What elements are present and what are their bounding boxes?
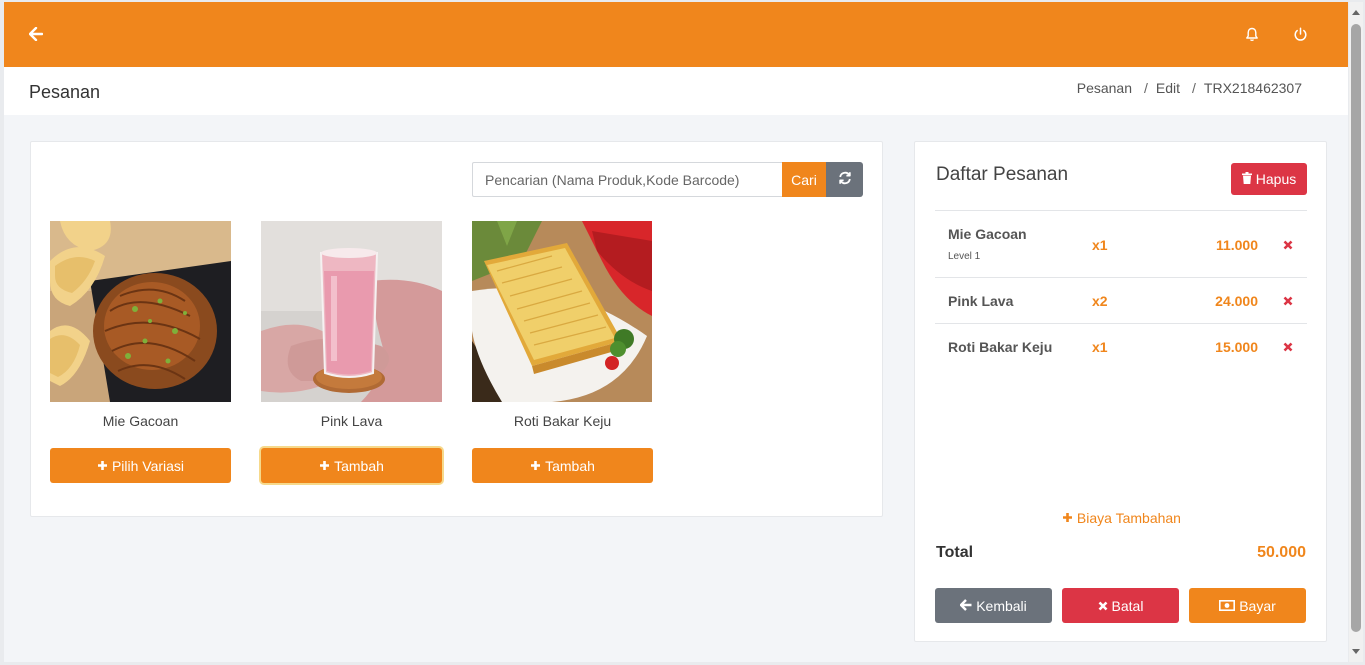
- scrollbar-thumb[interactable]: [1351, 24, 1361, 632]
- order-item: Pink Lava x2 24.000: [935, 278, 1307, 324]
- back-button[interactable]: Kembali: [935, 588, 1052, 623]
- order-item-qty[interactable]: x1: [1092, 339, 1108, 355]
- refresh-button[interactable]: [826, 162, 863, 197]
- button-label: Batal: [1111, 597, 1144, 614]
- button-label: Pilih Variasi: [111, 457, 185, 474]
- app-frame: Pesanan Pesanan / Edit / TRX218462307 Ca…: [4, 2, 1348, 662]
- choose-variant-button[interactable]: Pilih Variasi: [50, 448, 231, 483]
- plus-icon: [319, 458, 330, 474]
- order-item: Roti Bakar Keju x1 15.000: [935, 324, 1307, 370]
- total-value: 50.000: [1257, 544, 1306, 561]
- button-label: Bayar: [1239, 597, 1276, 614]
- button-label: Kembali: [976, 597, 1027, 614]
- breadcrumb-item-pesanan[interactable]: Pesanan: [1077, 80, 1132, 96]
- order-item-qty[interactable]: x1: [1092, 237, 1108, 253]
- money-icon: [1219, 598, 1236, 614]
- clear-order-button[interactable]: Hapus: [1231, 163, 1307, 195]
- order-item-qty[interactable]: x2: [1092, 293, 1108, 309]
- extra-fee-label: Biaya Tambahan: [1076, 510, 1181, 526]
- order-item: Mie Gacoan Level 1 x1 11.000: [935, 211, 1307, 278]
- trash-icon: [1241, 171, 1252, 187]
- search-bar: Cari: [472, 162, 863, 197]
- scroll-up-icon[interactable]: [1352, 10, 1360, 15]
- breadcrumb-item-transaction: TRX218462307: [1203, 80, 1302, 96]
- pay-button[interactable]: Bayar: [1189, 588, 1306, 623]
- order-panel: Daftar Pesanan Hapus Mie Gacoan Level 1 …: [914, 141, 1327, 642]
- order-title: Daftar Pesanan: [936, 164, 1069, 185]
- page-header: Pesanan Pesanan / Edit / TRX218462307: [4, 67, 1348, 115]
- order-item-name: Roti Bakar Keju: [948, 339, 1053, 355]
- plus-icon: [97, 458, 108, 474]
- order-item-price: 11.000: [1215, 237, 1258, 253]
- arrow-left-icon[interactable]: [26, 24, 46, 44]
- order-item-name: Pink Lava: [948, 293, 1014, 309]
- product-name: Mie Gacoan: [102, 413, 179, 429]
- cancel-button[interactable]: Batal: [1062, 588, 1179, 623]
- order-item-price: 24.000: [1215, 293, 1258, 309]
- product-name: Pink Lava: [320, 413, 383, 429]
- power-icon[interactable]: [1290, 24, 1310, 44]
- page-title: Pesanan: [29, 82, 101, 102]
- breadcrumb-item-edit[interactable]: Edit: [1156, 80, 1180, 96]
- vertical-scrollbar[interactable]: [1349, 2, 1363, 662]
- remove-icon[interactable]: [1282, 341, 1294, 353]
- product-card: Mie Gacoan Pilih Variasi: [50, 221, 231, 483]
- breadcrumb-separator: /: [1144, 80, 1148, 96]
- remove-icon[interactable]: [1282, 239, 1294, 251]
- product-image-cheese-toast[interactable]: [472, 221, 653, 402]
- button-label: Tambah: [334, 457, 384, 474]
- close-icon: [1098, 598, 1108, 614]
- button-label: Hapus: [1255, 171, 1297, 187]
- remove-icon[interactable]: [1282, 295, 1294, 307]
- top-navbar: [4, 2, 1348, 67]
- order-item-price: 15.000: [1215, 339, 1258, 355]
- scroll-down-icon[interactable]: [1352, 649, 1360, 654]
- product-card: Pink Lava Tambah: [261, 221, 442, 483]
- refresh-icon: [838, 171, 852, 188]
- button-label: Tambah: [545, 457, 595, 474]
- product-card: Roti Bakar Keju Tambah: [472, 221, 653, 483]
- plus-icon: [530, 458, 541, 474]
- add-pink-lava-button[interactable]: Tambah: [261, 448, 442, 483]
- product-image-noodles[interactable]: [50, 221, 231, 402]
- breadcrumb: Pesanan / Edit / TRX218462307: [1077, 80, 1302, 96]
- breadcrumb-separator: /: [1192, 80, 1196, 96]
- plus-icon: [1062, 510, 1077, 526]
- search-input[interactable]: [472, 162, 782, 197]
- product-image-pink-drink[interactable]: [261, 221, 442, 402]
- search-button[interactable]: Cari: [782, 162, 826, 197]
- total-label: Total: [936, 544, 974, 561]
- bell-icon[interactable]: [1242, 24, 1262, 44]
- order-item-variant: Level 1: [948, 251, 981, 262]
- add-roti-bakar-keju-button[interactable]: Tambah: [472, 448, 653, 483]
- add-extra-fee-link[interactable]: Biaya Tambahan: [915, 510, 1328, 526]
- arrow-left-icon: [960, 598, 972, 614]
- products-panel: Cari: [30, 141, 883, 517]
- order-item-name: Mie Gacoan: [948, 226, 1027, 242]
- order-list: Mie Gacoan Level 1 x1 11.000 Pink Lava x…: [935, 210, 1307, 370]
- product-name: Roti Bakar Keju: [513, 413, 612, 429]
